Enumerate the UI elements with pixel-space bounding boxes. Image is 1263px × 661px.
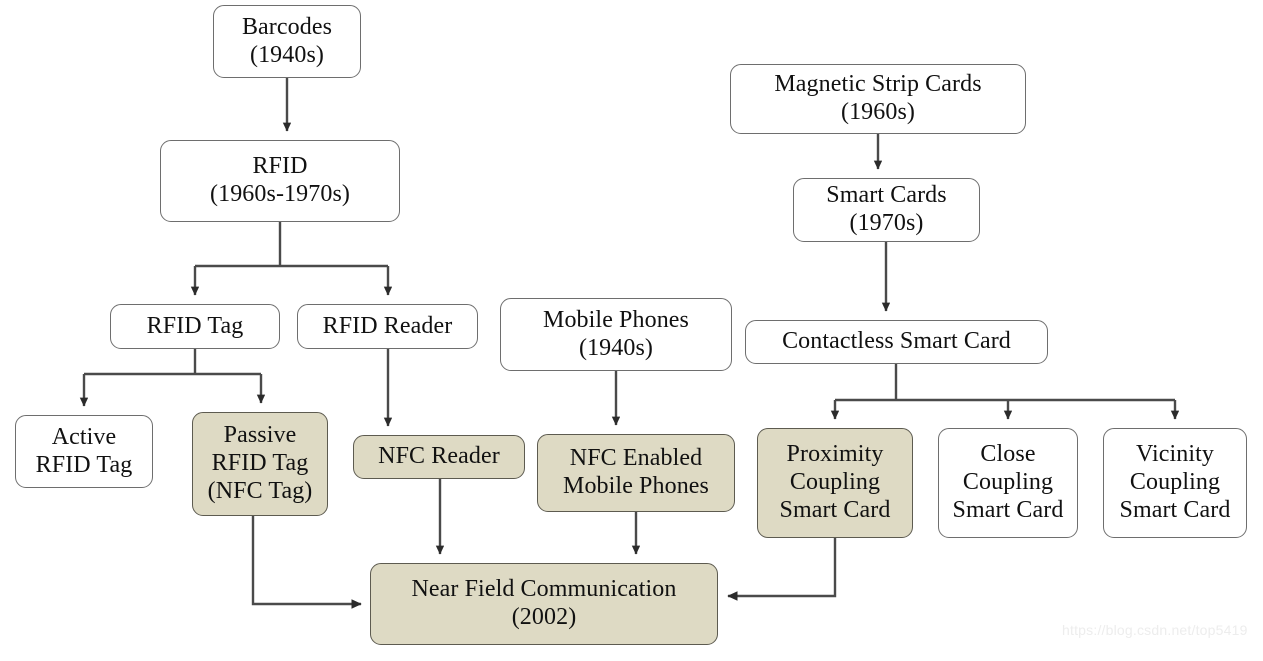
node-magnetic-strip-cards-label: Magnetic Strip Cards (1960s) bbox=[774, 71, 982, 125]
node-rfid-label: RFID (1960s-1970s) bbox=[210, 153, 350, 207]
node-vicinity-coupling-smart-card[interactable]: Vicinity Coupling Smart Card bbox=[1103, 428, 1247, 538]
flowchart-canvas: Barcodes (1940s) RFID (1960s-1970s) RFID… bbox=[0, 0, 1263, 661]
node-rfid[interactable]: RFID (1960s-1970s) bbox=[160, 140, 400, 222]
node-active-rfid-tag-label: Active RFID Tag bbox=[35, 423, 133, 478]
node-passive-rfid-tag-label: Passive RFID Tag (NFC Tag) bbox=[207, 422, 313, 504]
node-rfid-reader[interactable]: RFID Reader bbox=[297, 304, 478, 349]
node-contactless-smart-card[interactable]: Contactless Smart Card bbox=[745, 320, 1048, 364]
node-nfc-reader[interactable]: NFC Reader bbox=[353, 435, 525, 479]
node-rfid-tag-label: RFID Tag bbox=[146, 312, 244, 339]
watermark: https://blog.csdn.net/top5419 bbox=[1062, 622, 1248, 638]
edge-proximity-to-nfc bbox=[727, 538, 837, 601]
node-nfc-enabled-mobile-phones[interactable]: NFC Enabled Mobile Phones bbox=[537, 434, 735, 512]
node-near-field-communication-label: Near Field Communication (2002) bbox=[411, 576, 677, 630]
node-mobile-phones[interactable]: Mobile Phones (1940s) bbox=[500, 298, 732, 371]
node-proximity-coupling-smart-card-label: Proximity Coupling Smart Card bbox=[779, 441, 891, 523]
node-rfid-reader-label: RFID Reader bbox=[322, 312, 453, 339]
node-rfid-tag[interactable]: RFID Tag bbox=[110, 304, 280, 349]
node-smart-cards[interactable]: Smart Cards (1970s) bbox=[793, 178, 980, 242]
node-barcodes-label: Barcodes (1940s) bbox=[241, 13, 333, 68]
node-barcodes[interactable]: Barcodes (1940s) bbox=[213, 5, 361, 78]
node-proximity-coupling-smart-card[interactable]: Proximity Coupling Smart Card bbox=[757, 428, 913, 538]
node-contactless-smart-card-label: Contactless Smart Card bbox=[782, 328, 1011, 355]
node-nfc-enabled-mobile-phones-label: NFC Enabled Mobile Phones bbox=[563, 445, 709, 499]
node-close-coupling-smart-card[interactable]: Close Coupling Smart Card bbox=[938, 428, 1078, 538]
node-magnetic-strip-cards[interactable]: Magnetic Strip Cards (1960s) bbox=[730, 64, 1026, 134]
node-near-field-communication[interactable]: Near Field Communication (2002) bbox=[370, 563, 718, 645]
node-nfc-reader-label: NFC Reader bbox=[378, 443, 500, 470]
edge-passive-to-nfc bbox=[251, 516, 362, 609]
node-vicinity-coupling-smart-card-label: Vicinity Coupling Smart Card bbox=[1119, 441, 1231, 523]
node-close-coupling-smart-card-label: Close Coupling Smart Card bbox=[952, 441, 1064, 523]
node-smart-cards-label: Smart Cards (1970s) bbox=[826, 182, 947, 236]
node-passive-rfid-tag[interactable]: Passive RFID Tag (NFC Tag) bbox=[192, 412, 328, 516]
node-mobile-phones-label: Mobile Phones (1940s) bbox=[543, 306, 689, 361]
node-active-rfid-tag[interactable]: Active RFID Tag bbox=[15, 415, 153, 488]
